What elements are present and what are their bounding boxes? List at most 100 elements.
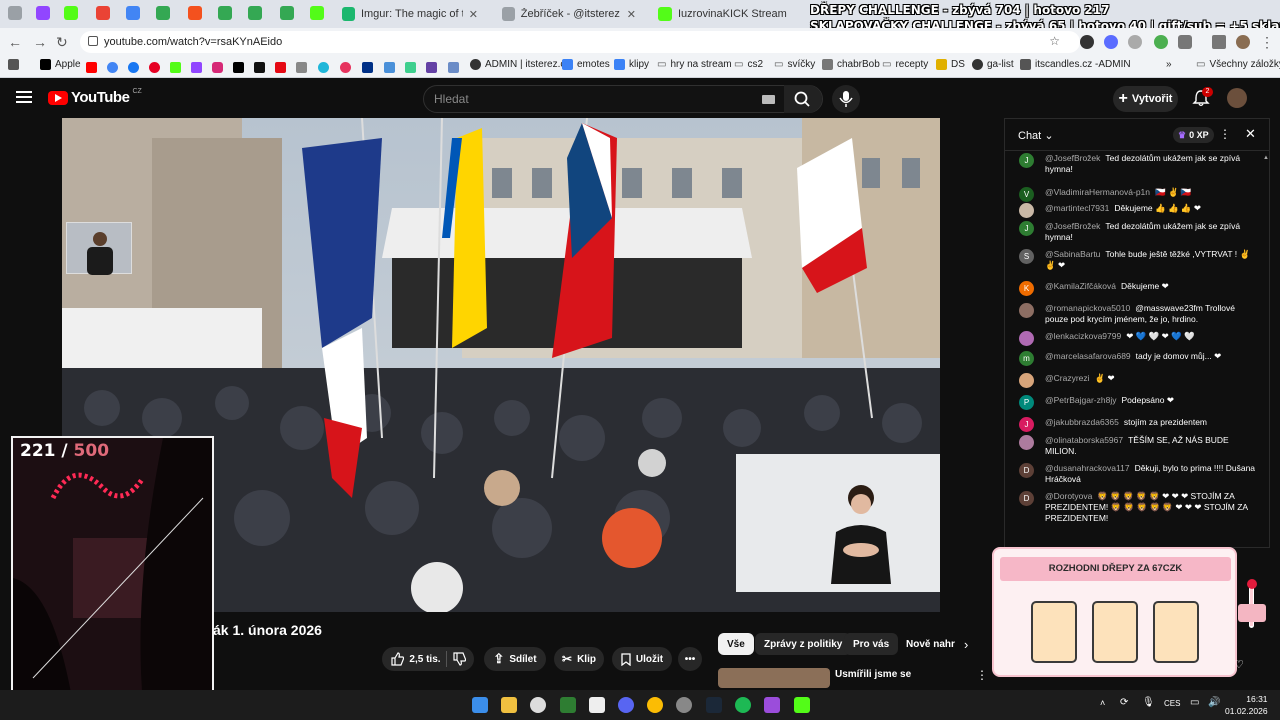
apps-grid-icon[interactable] [8, 59, 19, 70]
chat-username[interactable]: @jakubbrazda6365 [1045, 417, 1119, 427]
netflix-icon[interactable] [275, 62, 286, 73]
chat-username[interactable]: @Crazyrezi [1045, 373, 1090, 383]
chat-avatar[interactable]: K [1019, 281, 1034, 296]
back-icon[interactable]: ← [8, 34, 22, 50]
chat-avatar[interactable]: V [1019, 187, 1034, 202]
more-actions-button[interactable]: ••• [678, 647, 702, 671]
more-bookmarks-icon[interactable]: » [1166, 59, 1172, 70]
reading-list-icon[interactable] [1212, 35, 1226, 49]
more-vertical-icon[interactable]: ⋮ [1219, 127, 1231, 141]
kick-icon[interactable] [64, 6, 78, 20]
extension-icon[interactable] [1128, 35, 1142, 49]
chat-scrollbar[interactable]: ▲ [1263, 155, 1269, 545]
microphone-icon[interactable]: 🎙 [1142, 697, 1155, 708]
obs-icon[interactable] [676, 697, 692, 713]
chat-avatar[interactable]: S [1019, 249, 1034, 264]
chat-avatar[interactable] [1019, 303, 1034, 318]
address-bar[interactable]: youtube.com/watch?v=rsaKYnAEido ☆ [80, 31, 1080, 53]
chat-username[interactable]: @marcelasafarova689 [1045, 351, 1131, 361]
network-icon[interactable]: ⟳ [1120, 697, 1128, 708]
tray-chevron-icon[interactable]: ˄ [1100, 698, 1105, 708]
bookmark-folder[interactable]: ▭ cs2 [734, 59, 763, 70]
browser-menu-icon[interactable]: ⋮ [1260, 34, 1274, 51]
chevron-right-icon[interactable]: › [964, 637, 968, 652]
kick-icon[interactable] [170, 62, 181, 73]
display-icon[interactable]: ▭ [1190, 697, 1199, 708]
chat-avatar[interactable]: m [1019, 351, 1034, 366]
sheets-icon[interactable] [156, 6, 170, 20]
all-bookmarks[interactable]: ▭ Všechny záložky [1196, 59, 1280, 70]
tab-kick[interactable]: IuzrovinaKICK Stream - Watch L [650, 3, 802, 25]
account-avatar[interactable] [1227, 88, 1247, 108]
extension-icon[interactable] [1154, 35, 1168, 49]
chat-username[interactable]: @KamilaZifčáková [1045, 281, 1116, 291]
bookmark-ds[interactable]: DS [936, 59, 965, 70]
youtube-icon[interactable] [86, 62, 97, 73]
chat-avatar[interactable] [1019, 203, 1034, 218]
bookmark-icon[interactable] [384, 62, 395, 73]
chat-username[interactable]: @SabinaBartu [1045, 249, 1100, 259]
tab-panel[interactable]: Žebříček - @itsterez panel ✕ [494, 3, 644, 25]
bookmark-klipy[interactable]: klipy [614, 59, 649, 70]
sheets-icon[interactable] [248, 6, 262, 20]
chat-avatar[interactable]: J [1019, 417, 1034, 432]
clip-button[interactable]: ✂ Klip [554, 647, 604, 671]
pinterest-icon[interactable] [149, 62, 160, 73]
chat-username[interactable]: @romanapickova5010 [1045, 303, 1130, 313]
chat-username[interactable]: @dusanahrackova117 [1045, 463, 1130, 473]
keyboard-icon[interactable] [762, 95, 775, 104]
chip-newly-uploaded[interactable]: Nově nahr [897, 633, 955, 655]
google-icon[interactable] [107, 62, 118, 73]
spotify-icon[interactable] [735, 697, 751, 713]
start-icon[interactable] [472, 697, 488, 713]
save-button[interactable]: Uložit [612, 647, 672, 671]
bookmark-icon[interactable] [448, 62, 459, 73]
steam-icon[interactable] [706, 697, 722, 713]
chat-username[interactable]: @JosefBrožek [1045, 221, 1100, 231]
menu-icon[interactable] [16, 91, 32, 103]
bookmark-star-icon[interactable]: ☆ [1049, 34, 1060, 48]
bookmark-folder[interactable]: ▭ hry na stream [657, 59, 732, 70]
share-button[interactable]: ⇪ Sdílet [484, 647, 546, 671]
extensions-puzzle-icon[interactable] [1178, 35, 1192, 49]
twitch-icon[interactable] [191, 62, 202, 73]
search-button[interactable] [784, 85, 822, 113]
chat-avatar[interactable]: J [1019, 221, 1034, 236]
chat-username[interactable]: @olinataborska5967 [1045, 435, 1123, 445]
vote-card[interactable] [1031, 601, 1077, 663]
tiktok-icon[interactable] [254, 62, 265, 73]
clock[interactable]: 16:31 01.02.2026 [1225, 693, 1268, 717]
file-explorer-icon[interactable] [501, 697, 517, 713]
bookmark-folder[interactable]: ▭ recepty [882, 59, 928, 70]
close-icon[interactable]: ✕ [627, 8, 636, 21]
app-icon[interactable] [188, 6, 202, 20]
gmail-icon[interactable] [96, 6, 110, 20]
bookmark-itscandles[interactable]: itscandles.cz -ADMIN [1020, 59, 1131, 70]
chat-username[interactable]: @lenkacizkova9799 [1045, 331, 1121, 341]
forward-icon[interactable]: → [33, 34, 47, 50]
sheets-icon[interactable] [218, 6, 232, 20]
bookmark-apple[interactable]: Apple [40, 59, 81, 70]
kick-icon[interactable] [310, 6, 324, 20]
bookmark-icon[interactable] [405, 62, 416, 73]
recommended-video-thumbnail[interactable] [718, 668, 830, 688]
chat-username[interactable]: @JosefBrožek [1045, 153, 1100, 163]
close-icon[interactable]: ✕ [469, 8, 478, 21]
paypal-icon[interactable] [362, 62, 373, 73]
vote-card[interactable] [1153, 601, 1199, 663]
x-icon[interactable] [233, 62, 244, 73]
docs-icon[interactable] [126, 6, 140, 20]
chat-avatar[interactable] [1019, 435, 1034, 450]
create-button[interactable]: + Vytvořit [1113, 86, 1178, 112]
bookmark-icon[interactable] [318, 62, 329, 73]
chat-avatar[interactable]: D [1019, 491, 1034, 506]
chat-avatar[interactable] [1019, 331, 1034, 346]
bookmark-icon[interactable] [296, 62, 307, 73]
language-indicator[interactable]: CES [1164, 699, 1180, 708]
more-vertical-icon[interactable]: ⋮ [976, 668, 988, 682]
chip-for-you[interactable]: Pro vás [844, 633, 899, 655]
chat-avatar[interactable]: J [1019, 153, 1034, 168]
chat-username[interactable]: @Dorotyova [1045, 491, 1092, 501]
close-icon[interactable]: ✕ [1245, 126, 1256, 142]
chrome-icon[interactable] [647, 697, 663, 713]
